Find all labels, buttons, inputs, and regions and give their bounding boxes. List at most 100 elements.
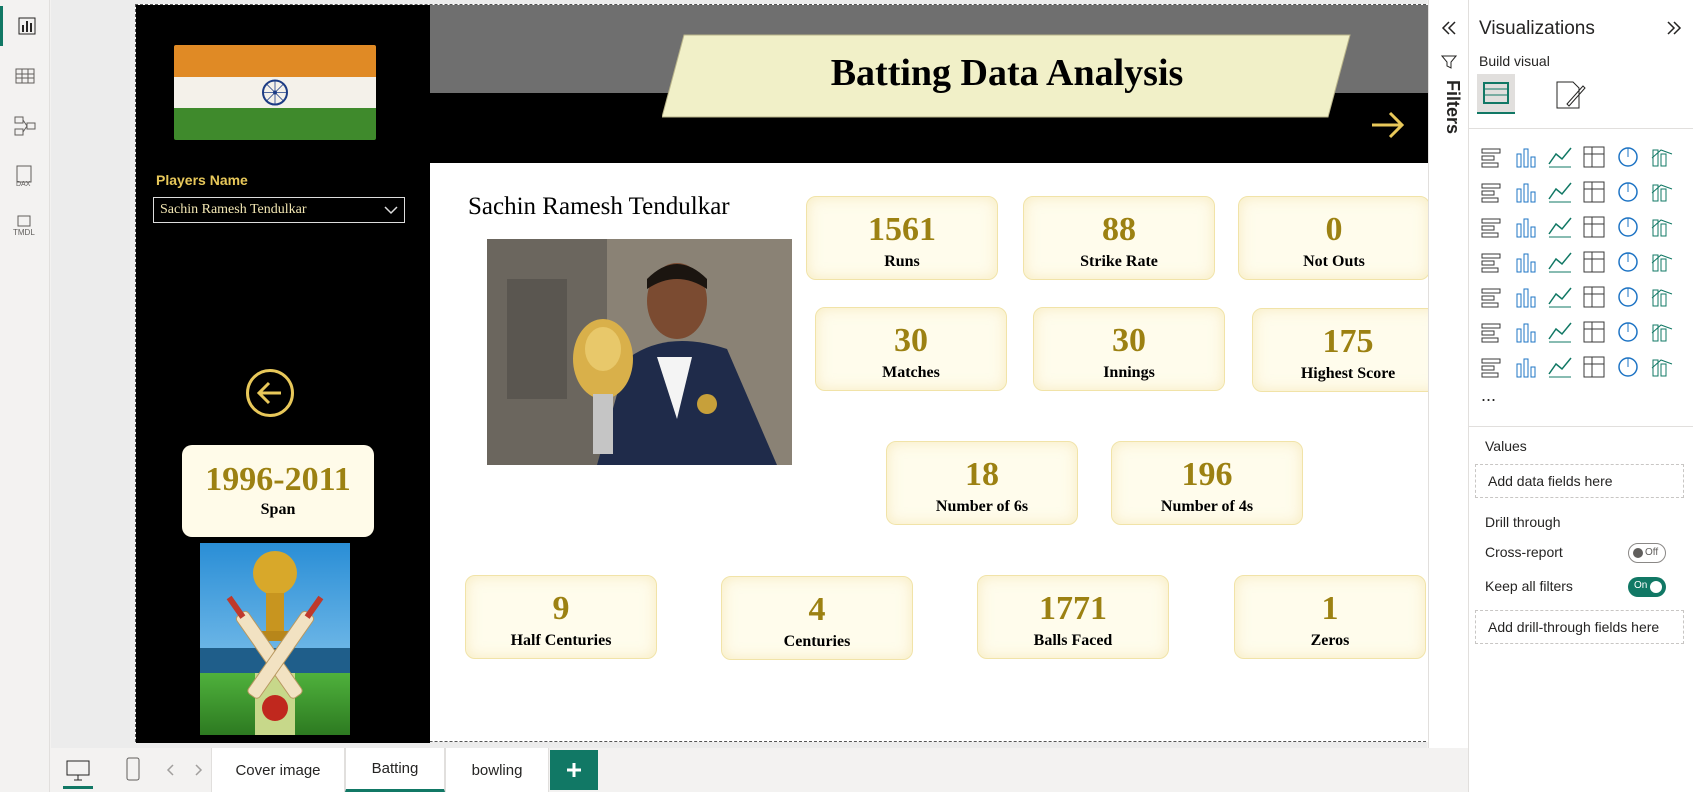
- player-dropdown-value: Sachin Ramesh Tendulkar: [160, 202, 307, 217]
- clustered-column-chart-icon[interactable]: [1581, 144, 1607, 170]
- svg-text:DAX: DAX: [16, 181, 31, 187]
- qa-icon[interactable]: [1581, 319, 1607, 345]
- funnel-chart-icon[interactable]: [1547, 214, 1573, 240]
- plus-icon: [567, 763, 581, 777]
- collapse-left-icon[interactable]: [1440, 20, 1458, 36]
- model-view-icon[interactable]: [0, 106, 50, 146]
- pie-chart-icon[interactable]: [1615, 214, 1641, 240]
- r-visual-icon[interactable]: [1649, 284, 1675, 310]
- players-name-label: Players Name: [156, 172, 248, 188]
- decomposition-tree-icon[interactable]: [1547, 319, 1573, 345]
- line-clustered-column-icon[interactable]: [1649, 179, 1675, 205]
- player-dropdown[interactable]: Sachin Ramesh Tendulkar: [153, 197, 405, 223]
- format-visual-icon[interactable]: [1553, 78, 1587, 112]
- tab-batting[interactable]: Batting: [345, 748, 445, 792]
- key-influencers-icon[interactable]: [1513, 319, 1539, 345]
- cricket-trophy-image: [200, 543, 350, 735]
- gauge-icon[interactable]: [1615, 249, 1641, 275]
- page-title: Batting Data Analysis: [830, 52, 1184, 94]
- clustered-bar-chart-icon[interactable]: [1547, 144, 1573, 170]
- tab-cover-image[interactable]: Cover image: [211, 748, 345, 792]
- stacked-area-chart-icon[interactable]: [1547, 179, 1573, 205]
- stat-card-not-outs: 0 Not Outs: [1238, 196, 1430, 280]
- stat-value: 175: [1322, 323, 1374, 360]
- treemap-icon[interactable]: [1479, 249, 1505, 275]
- python-visual-icon[interactable]: [1479, 319, 1505, 345]
- stat-card-innings: 30 Innings: [1033, 307, 1225, 391]
- left-panel: Players Name Sachin Ramesh Tendulkar 199…: [136, 5, 430, 743]
- player-heading: Sachin Ramesh Tendulkar: [468, 193, 730, 220]
- area-chart-icon[interactable]: [1513, 179, 1539, 205]
- stat-value: 9: [552, 590, 570, 627]
- custom-visual-icon[interactable]: [1581, 354, 1607, 380]
- line-column-chart-icon[interactable]: [1615, 179, 1641, 205]
- report-canvas: Players Name Sachin Ramesh Tendulkar 199…: [51, 0, 1447, 748]
- build-visual-tab[interactable]: [1477, 74, 1515, 114]
- arrow-right-icon: [1372, 111, 1405, 139]
- previous-page-icon[interactable]: [166, 764, 176, 776]
- mobile-layout-icon[interactable]: [126, 757, 140, 781]
- desktop-layout-icon[interactable]: [66, 760, 90, 782]
- chevron-visual-icon[interactable]: [1649, 354, 1675, 380]
- stat-card-sixes: 18 Number of 6s: [886, 441, 1078, 525]
- forward-arrow-button[interactable]: [1368, 105, 1408, 145]
- next-page-icon[interactable]: [193, 764, 203, 776]
- cross-report-toggle[interactable]: Off: [1628, 543, 1666, 563]
- back-arrow-button[interactable]: [246, 369, 294, 417]
- table-visual-icon: [1483, 82, 1509, 104]
- stat-value: 1561: [868, 211, 936, 248]
- stat-card-centuries: 4 Centuries: [721, 576, 913, 660]
- metrics-icon[interactable]: [1649, 319, 1675, 345]
- scatter-chart-icon[interactable]: [1581, 214, 1607, 240]
- collapse-right-icon[interactable]: [1665, 20, 1683, 36]
- filters-pane[interactable]: Filters: [1428, 0, 1468, 748]
- slicer-icon[interactable]: [1547, 284, 1573, 310]
- keep-filters-toggle[interactable]: On: [1628, 577, 1666, 597]
- filter-icon: [1441, 55, 1457, 69]
- divider: [1469, 426, 1693, 427]
- stat-card-half-centuries: 9 Half Centuries: [465, 575, 657, 659]
- donut-chart-icon[interactable]: [1649, 214, 1675, 240]
- stacked-column-chart-icon[interactable]: [1513, 144, 1539, 170]
- ribbon-chart-icon[interactable]: [1479, 214, 1505, 240]
- map-icon[interactable]: [1513, 249, 1539, 275]
- report-page: Players Name Sachin Ramesh Tendulkar 199…: [135, 4, 1447, 743]
- tab-label: Cover image: [235, 761, 321, 779]
- stat-card-runs: 1561 Runs: [806, 196, 998, 280]
- stat-label: Number of 6s: [935, 498, 1029, 515]
- stat-label: Highest Score: [1300, 365, 1396, 382]
- 100-bar-chart-icon[interactable]: [1615, 144, 1641, 170]
- diamond-visual-icon[interactable]: [1615, 354, 1641, 380]
- stacked-bar-chart-icon[interactable]: [1479, 144, 1505, 170]
- kpi-icon[interactable]: [1513, 284, 1539, 310]
- multirow-card-icon[interactable]: [1479, 284, 1505, 310]
- azure-map-icon[interactable]: [1581, 249, 1607, 275]
- values-field-well[interactable]: Add data fields here: [1475, 464, 1684, 498]
- narrative-icon[interactable]: [1615, 319, 1641, 345]
- keep-filters-label: Keep all filters: [1485, 578, 1573, 594]
- power-automate-icon[interactable]: [1547, 354, 1573, 380]
- card-icon[interactable]: [1649, 249, 1675, 275]
- line-chart-icon[interactable]: [1479, 179, 1505, 205]
- 100-area-chart-icon[interactable]: [1581, 179, 1607, 205]
- arrow-left-icon: [256, 381, 281, 405]
- more-visuals-button[interactable]: ...: [1481, 385, 1496, 406]
- drill-through-field-well[interactable]: Add drill-through fields here: [1475, 610, 1684, 644]
- filled-map-icon[interactable]: [1547, 249, 1573, 275]
- paginated-report-icon[interactable]: [1479, 354, 1505, 380]
- add-page-button[interactable]: [550, 750, 598, 790]
- report-view-icon[interactable]: [0, 6, 50, 46]
- waterfall-chart-icon[interactable]: [1513, 214, 1539, 240]
- dax-query-icon[interactable]: DAX: [0, 156, 50, 196]
- 100-column-chart-icon[interactable]: [1649, 144, 1675, 170]
- pane-title: Visualizations: [1479, 18, 1595, 39]
- table-view-icon[interactable]: [0, 56, 50, 96]
- tab-bowling[interactable]: bowling: [445, 748, 549, 792]
- stat-value: 196: [1181, 456, 1233, 493]
- stat-value: 4: [808, 591, 826, 628]
- matrix-icon[interactable]: [1615, 284, 1641, 310]
- power-apps-icon[interactable]: [1513, 354, 1539, 380]
- tmdl-view-icon[interactable]: TMDL: [0, 206, 50, 246]
- build-visual-label: Build visual: [1479, 53, 1550, 69]
- table-icon[interactable]: [1581, 284, 1607, 310]
